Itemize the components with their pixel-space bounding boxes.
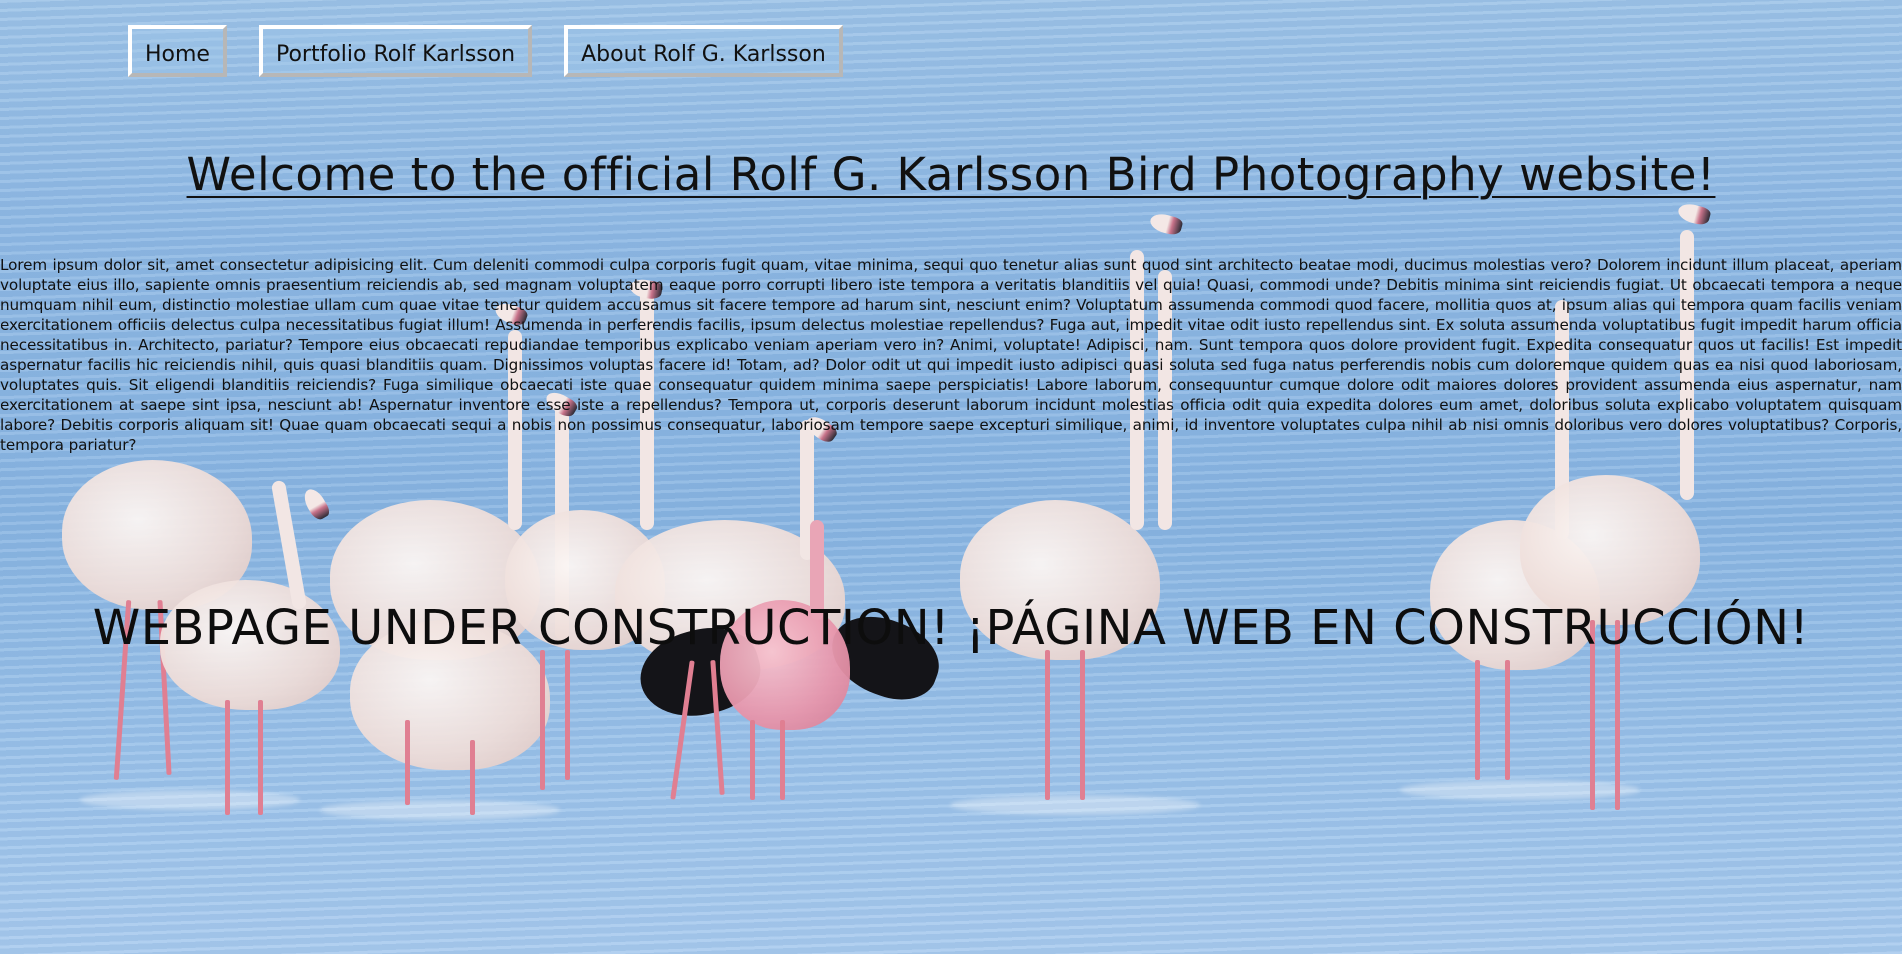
nav-home-button[interactable]: Home [128, 25, 227, 77]
nav-about-button[interactable]: About Rolf G. Karlsson [564, 25, 843, 77]
top-navigation: Home Portfolio Rolf Karlsson About Rolf … [128, 25, 843, 77]
construction-notice: WEBPAGE UNDER CONSTRUCTION! ¡PÁGINA WEB … [92, 600, 1810, 656]
page-title: Welcome to the official Rolf G. Karlsson… [186, 148, 1716, 201]
page-content: Home Portfolio Rolf Karlsson About Rolf … [0, 0, 1902, 954]
intro-paragraph: Lorem ipsum dolor sit, amet consectetur … [0, 256, 1902, 454]
nav-portfolio-button[interactable]: Portfolio Rolf Karlsson [258, 25, 533, 77]
